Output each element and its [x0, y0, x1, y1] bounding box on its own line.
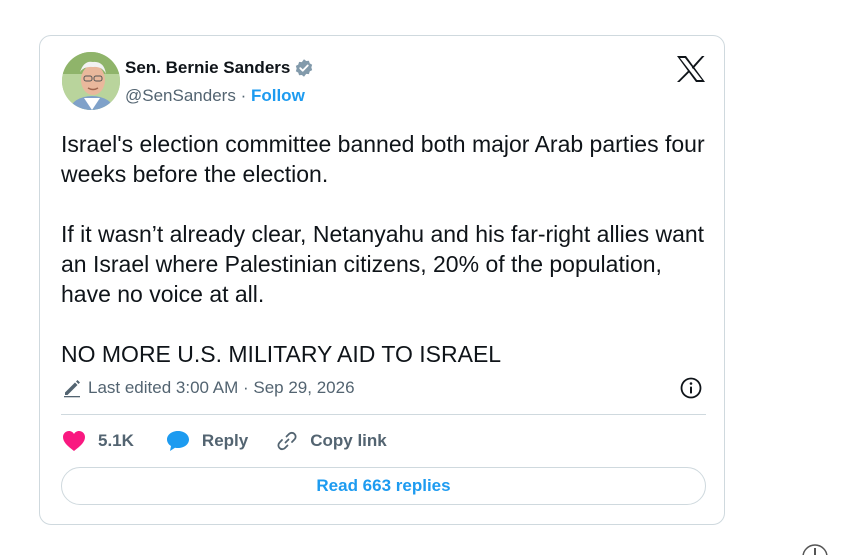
verified-badge-icon	[296, 59, 313, 77]
post-paragraph-2: If it wasn’t already clear, Netanyahu an…	[61, 221, 705, 307]
follow-button[interactable]: Follow	[251, 86, 305, 105]
info-icon[interactable]	[679, 376, 703, 400]
like-button[interactable]: 5.1K	[62, 430, 134, 452]
author-handle[interactable]: @SenSanders	[125, 86, 236, 105]
post-paragraph-1: Israel's election committee banned both …	[61, 131, 705, 187]
divider	[61, 414, 706, 415]
reply-label: Reply	[201, 431, 249, 450]
last-edited-timestamp[interactable]: Last edited 3:00 AM · Sep 29, 2026	[88, 378, 355, 398]
author-handle-row: @SenSanders · Follow	[125, 86, 305, 106]
copy-link-label: Copy link	[310, 431, 387, 450]
post-card[interactable]: Sen. Bernie Sanders @SenSanders · Follow…	[39, 35, 725, 525]
post-paragraph-3: NO MORE U.S. MILITARY AID TO ISRAEL	[61, 341, 502, 367]
partial-circle-icon	[802, 544, 828, 555]
page: Sen. Bernie Sanders @SenSanders · Follow…	[0, 0, 847, 555]
read-replies-button[interactable]: Read 663 replies	[61, 467, 706, 505]
like-count: 5.1K	[98, 431, 134, 450]
x-logo-icon[interactable]	[676, 55, 706, 83]
read-replies-label: Read 663 replies	[316, 476, 451, 495]
speech-bubble-icon	[166, 431, 189, 451]
reply-button[interactable]: Reply	[166, 430, 248, 452]
link-icon	[277, 431, 297, 451]
pencil-icon	[64, 380, 80, 398]
post-text: Israel's election committee banned both …	[61, 129, 711, 369]
heart-icon	[63, 431, 85, 451]
author-name[interactable]: Sen. Bernie Sanders	[125, 58, 290, 78]
post-meta: Last edited 3:00 AM · Sep 29, 2026	[62, 378, 355, 398]
copy-link-button[interactable]: Copy link	[276, 430, 387, 452]
avatar-photo	[62, 52, 120, 110]
avatar[interactable]	[62, 52, 120, 110]
handle-separator: ·	[240, 86, 247, 105]
action-bar: 5.1K Reply Copy link	[62, 428, 387, 454]
author-name-row: Sen. Bernie Sanders	[125, 58, 314, 78]
